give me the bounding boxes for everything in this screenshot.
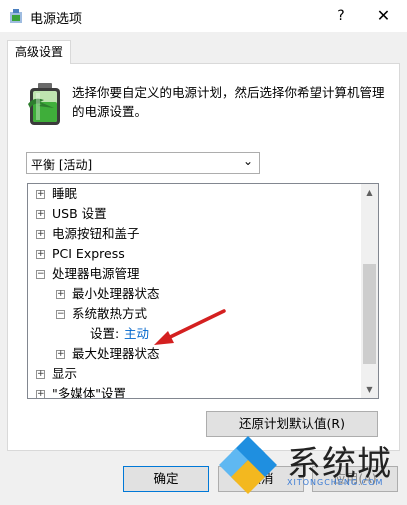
watermark-subtext: XITONGCHENG.COM xyxy=(287,478,384,487)
settings-tree[interactable]: + 睡眠 + USB 设置 + 电源按钮和盖子 + PCI Express − … xyxy=(27,183,379,399)
description-text: 选择你要自定义的电源计划，然后选择你希望计算机管理的电源设置。 xyxy=(72,85,385,119)
power-plan-select[interactable]: 平衡 [活动] ⌄ xyxy=(26,152,260,174)
collapse-icon[interactable]: − xyxy=(36,270,45,279)
scroll-thumb[interactable] xyxy=(363,264,376,364)
tree-item-label: PCI Express xyxy=(52,246,125,261)
tree-item-label: 显示 xyxy=(52,366,78,381)
expand-icon[interactable]: + xyxy=(56,290,65,299)
battery-icon xyxy=(28,83,60,125)
setting-label: 设置: xyxy=(90,326,120,341)
ok-button[interactable]: 确定 xyxy=(123,466,209,492)
expand-icon[interactable]: + xyxy=(56,350,65,359)
annotation-arrow-icon xyxy=(154,309,226,345)
watermark-logo-icon xyxy=(219,436,277,494)
watermark: 系统城 XITONGCHENG.COM xyxy=(215,432,407,505)
tab-advanced-settings[interactable]: 高级设置 xyxy=(7,40,71,64)
help-button[interactable]: ? xyxy=(324,0,358,32)
vertical-scrollbar[interactable]: ▲ ▼ xyxy=(361,184,378,398)
tree-item-label: 睡眠 xyxy=(52,186,78,201)
expand-icon[interactable]: + xyxy=(36,190,45,199)
title-bar: 电源选项 ? ✕ xyxy=(0,0,407,32)
expand-icon[interactable]: + xyxy=(36,370,45,379)
collapse-icon[interactable]: − xyxy=(56,310,65,319)
window-title: 电源选项 xyxy=(30,12,83,27)
setting-value-link[interactable]: 主动 xyxy=(124,324,149,344)
tree-item-label: "多媒体"设置 xyxy=(52,386,126,399)
chevron-down-icon: ⌄ xyxy=(242,154,253,168)
tree-item-label: 最大处理器状态 xyxy=(72,346,160,361)
expand-icon[interactable]: + xyxy=(36,210,45,219)
power-plan-value: 平衡 [活动] xyxy=(31,158,93,172)
power-options-icon xyxy=(10,9,22,23)
expand-icon[interactable]: + xyxy=(36,390,45,398)
tree-item-label: USB 设置 xyxy=(52,206,107,221)
tree-item-label: 系统散热方式 xyxy=(72,306,148,321)
tree-item-label: 最小处理器状态 xyxy=(72,286,160,301)
expand-icon[interactable]: + xyxy=(36,230,45,239)
scroll-up-icon[interactable]: ▲ xyxy=(361,184,378,201)
tree-item-label: 电源按钮和盖子 xyxy=(52,226,140,241)
close-button[interactable]: ✕ xyxy=(360,0,407,32)
scroll-down-icon[interactable]: ▼ xyxy=(361,381,378,398)
tree-item-label: 处理器电源管理 xyxy=(52,266,140,281)
expand-icon[interactable]: + xyxy=(36,250,45,259)
